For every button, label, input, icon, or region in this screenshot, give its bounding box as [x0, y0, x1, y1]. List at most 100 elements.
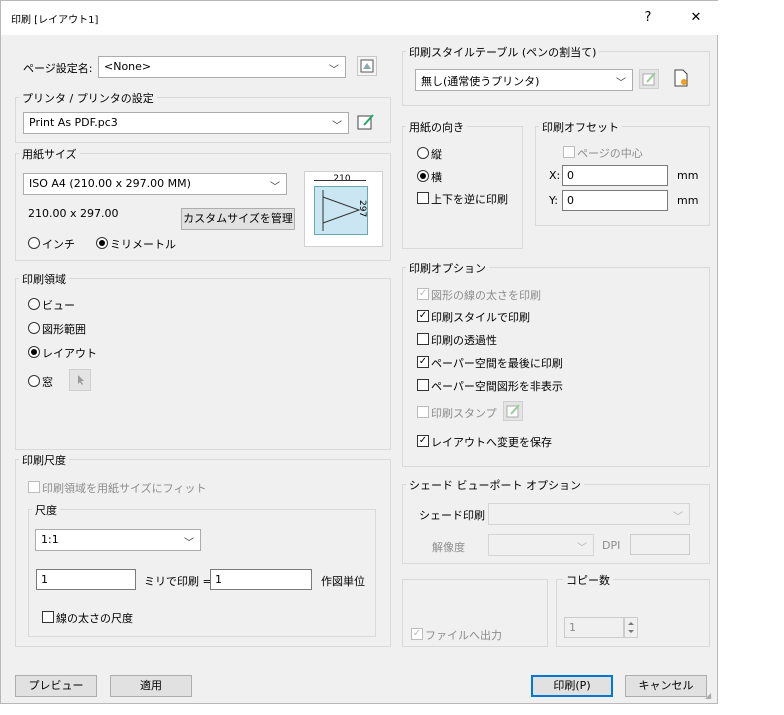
window-title: 印刷 [レイアウト1]: [11, 15, 99, 26]
page-setup-dropdown[interactable]: <None> ﹀: [98, 56, 346, 78]
copies-group-label: コピー数: [563, 572, 613, 588]
page-setup-label: ページ設定名:: [23, 62, 93, 75]
chevron-down-icon: ﹀: [577, 543, 587, 554]
dpi-label: DPI: [602, 539, 621, 552]
printer-dropdown[interactable]: Print As PDF.pc3 ﹀: [23, 112, 349, 134]
new-file-icon: [674, 69, 688, 87]
copies-spinner[interactable]: [624, 617, 638, 638]
upside-down-label: 上下を逆に印刷: [431, 193, 508, 206]
center-plot-label: ページの中心: [577, 147, 643, 160]
plot-area-layout-radio[interactable]: [28, 346, 40, 358]
printer-value: Print As PDF.pc3: [29, 116, 118, 129]
preview-button[interactable]: プレビュー: [15, 675, 97, 697]
page-setup-value: <None>: [104, 60, 152, 73]
offset-y-value: 0: [567, 194, 574, 207]
copies-value: 1: [569, 621, 576, 634]
offset-y-input[interactable]: 0: [562, 190, 668, 211]
edit-icon: [506, 404, 520, 418]
scale-paper-units-value: 1: [41, 573, 48, 586]
quality-label: 解像度: [432, 541, 465, 554]
orientation-landscape-radio[interactable]: [417, 170, 429, 182]
plot-area-view-radio[interactable]: [28, 298, 40, 310]
plot-style-group-label: 印刷スタイルテーブル (ペンの割当て): [406, 44, 600, 60]
paper-size-dropdown[interactable]: ISO A4 (210.00 x 297.00 MM) ﹀: [23, 173, 287, 195]
paper-size-group-label: 用紙サイズ: [19, 146, 80, 162]
paper-dimensions: 210.00 x 297.00: [28, 207, 119, 220]
save-changes-layout-label: レイアウトへ変更を保存: [431, 436, 552, 449]
spinner-arrows-icon: [628, 622, 634, 633]
plot-area-window-label: 窓: [42, 376, 53, 389]
orientation-portrait-radio[interactable]: [417, 147, 429, 159]
cursor-icon: [78, 375, 84, 385]
dpi-input[interactable]: [630, 534, 690, 555]
unit-mm-label: ミリメートル: [110, 238, 176, 251]
close-button[interactable]: ✕: [681, 7, 711, 29]
offset-y-unit: mm: [677, 194, 699, 207]
scale-subgroup-label: 尺度: [32, 502, 60, 518]
plot-transparency-label: 印刷の透過性: [431, 334, 497, 347]
edit-properties-icon: [357, 114, 374, 130]
plot-to-file-checkbox[interactable]: ✓: [411, 628, 423, 640]
printer-properties-button[interactable]: [356, 112, 376, 132]
pick-window-button[interactable]: [69, 369, 91, 391]
offset-y-label: Y:: [549, 194, 558, 207]
page-setup-icon: [360, 59, 374, 73]
plot-with-styles-checkbox[interactable]: ✓: [417, 310, 429, 322]
cancel-button[interactable]: キャンセル: [625, 675, 707, 697]
scale-lineweights-checkbox[interactable]: [42, 611, 54, 623]
resize-grip-icon[interactable]: ◢: [705, 691, 711, 700]
chevron-down-icon: ﹀: [184, 538, 194, 549]
offset-x-value: 0: [567, 169, 574, 182]
plot-transparency-checkbox[interactable]: [417, 333, 429, 345]
paper-height-label: 297: [357, 200, 367, 218]
offset-x-input[interactable]: 0: [562, 165, 668, 186]
manage-custom-size-button[interactable]: カスタムサイズを管理: [181, 208, 295, 230]
scale-units-label: ミリで印刷 =: [144, 575, 212, 588]
offset-x-label: X:: [549, 169, 561, 182]
fit-to-paper-label: 印刷領域を用紙サイズにフィット: [42, 482, 207, 495]
chevron-down-icon: ﹀: [270, 182, 280, 193]
scale-value: 1:1: [41, 533, 59, 546]
shade-plot-dropdown[interactable]: ﹀: [488, 503, 690, 525]
upside-down-checkbox[interactable]: [417, 192, 429, 204]
shaded-viewport-group-label: シェード ビューポート オプション: [406, 477, 584, 493]
scale-lineweights-label: 線の太さの尺度: [56, 612, 133, 625]
printer-group-label: プリンタ / プリンタの設定: [19, 90, 157, 106]
paper-size-value: ISO A4 (210.00 x 297.00 MM): [29, 177, 191, 190]
import-page-setup-button[interactable]: [357, 56, 377, 76]
plot-style-dropdown[interactable]: 無し(通常使うプリンタ) ﹀: [415, 69, 633, 91]
plot-lineweights-checkbox[interactable]: ✓: [417, 288, 429, 300]
plot-stamp-settings-button[interactable]: [503, 401, 523, 421]
plot-area-window-radio[interactable]: [28, 375, 40, 387]
save-changes-layout-checkbox[interactable]: ✓: [417, 435, 429, 447]
quality-dropdown[interactable]: ﹀: [488, 534, 594, 556]
print-button[interactable]: 印刷(P): [531, 675, 613, 697]
unit-inch-radio[interactable]: [28, 237, 40, 249]
scale-drawing-units-input[interactable]: 1: [210, 569, 312, 590]
plot-style-value: 無し(通常使うプリンタ): [421, 75, 540, 88]
plot-paperspace-last-checkbox[interactable]: ✓: [417, 356, 429, 368]
unit-mm-radio[interactable]: [96, 237, 108, 249]
center-plot-checkbox[interactable]: [563, 146, 575, 158]
copies-input[interactable]: 1: [564, 617, 624, 638]
scale-dropdown[interactable]: 1:1 ﹀: [35, 529, 201, 551]
plot-paperspace-last-label: ペーパー空間を最後に印刷: [431, 357, 563, 370]
help-button[interactable]: ?: [633, 7, 663, 29]
plot-stamp-checkbox[interactable]: [417, 406, 429, 418]
edit-plot-style-button[interactable]: [639, 69, 659, 89]
plot-lineweights-label: 図形の線の太さを印刷: [431, 289, 541, 302]
orientation-landscape-label: 横: [431, 171, 442, 184]
apply-button[interactable]: 適用: [110, 675, 192, 697]
plot-with-styles-label: 印刷スタイルで印刷: [431, 311, 530, 324]
new-plot-style-button[interactable]: [671, 68, 691, 88]
scale-drawing-units-value: 1: [215, 573, 222, 586]
chevron-down-icon: ﹀: [329, 65, 339, 76]
chevron-down-icon: ﹀: [616, 78, 626, 89]
plot-area-extents-radio[interactable]: [28, 322, 40, 334]
hide-paperspace-objects-checkbox[interactable]: [417, 379, 429, 391]
plot-area-layout-label: レイアウト: [42, 347, 97, 360]
fit-to-paper-checkbox[interactable]: [28, 481, 40, 493]
plot-stamp-label: 印刷スタンプ: [431, 407, 497, 420]
orientation-portrait-label: 縦: [431, 148, 442, 161]
scale-paper-units-input[interactable]: 1: [36, 569, 136, 590]
